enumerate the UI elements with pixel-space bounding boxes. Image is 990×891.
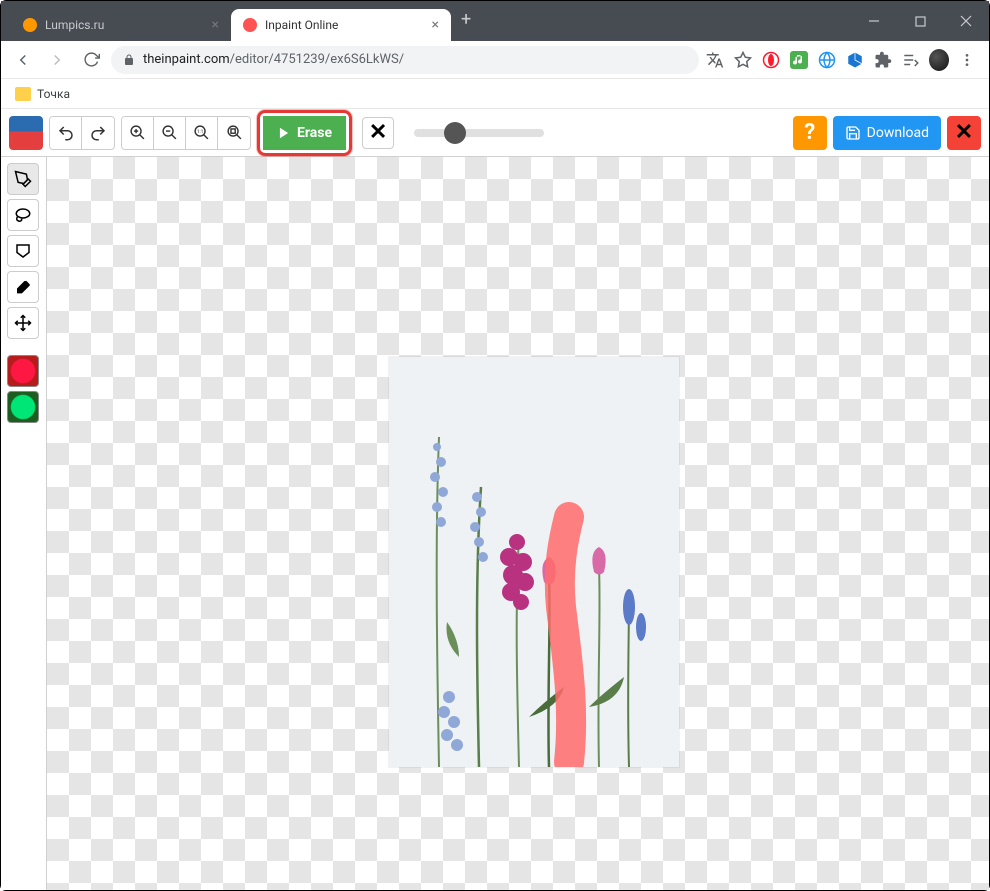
nav-back-button[interactable] [9,46,37,74]
cancel-mask-button[interactable]: ✕ [362,117,394,149]
redo-button[interactable] [82,117,114,149]
zoom-out-button[interactable] [154,117,186,149]
favicon-1 [23,18,37,32]
close-editor-button[interactable]: ✕ [947,116,981,150]
extension-cube-icon[interactable] [845,50,865,70]
profile-avatar[interactable] [929,50,949,70]
browser-tab-1[interactable]: Lumpics.ru × [11,9,231,41]
folder-icon [15,87,31,101]
green-marker-button[interactable] [7,391,39,423]
erase-button[interactable]: Erase [263,116,346,150]
menu-kebab-icon[interactable] [957,50,977,70]
move-tool-button[interactable] [7,307,39,339]
lasso-tool-button[interactable] [7,199,39,231]
reading-list-icon[interactable] [901,50,921,70]
tab-title-2: Inpaint Online [265,18,424,32]
erase-label: Erase [297,125,332,141]
zoom-original-button[interactable] [218,117,250,149]
save-icon [845,125,861,141]
eraser-tool-button[interactable] [7,271,39,303]
window-close-button[interactable] [943,1,989,41]
lock-icon [123,54,135,66]
play-icon [277,126,291,140]
close-tab-icon[interactable]: × [212,17,219,33]
bookmarks-bar: Точка [1,79,989,109]
app-logo-icon [9,116,43,150]
browser-address-bar: theinpaint.com/editor/4751239/ex6S6LkWS/ [1,41,989,79]
marker-tool-button[interactable] [7,163,39,195]
brush-size-slider[interactable] [414,129,544,137]
tab-title-1: Lumpics.ru [45,18,204,32]
new-tab-button[interactable]: + [451,1,481,41]
browser-tab-2[interactable]: Inpaint Online × [231,9,451,41]
window-minimize-button[interactable] [851,1,897,41]
nav-forward-button[interactable] [43,46,71,74]
mask-stroke [560,517,571,762]
extension-globe-icon[interactable] [817,50,837,70]
slider-thumb[interactable] [444,122,466,144]
close-tab-icon[interactable]: × [432,17,439,33]
highlight-annotation: Erase [257,110,352,156]
download-label: Download [867,125,929,141]
window-maximize-button[interactable] [897,1,943,41]
zoom-fit-button[interactable]: 1:1 [186,117,218,149]
extension-opera-icon[interactable] [761,50,781,70]
workspace [1,157,989,890]
svg-text:1:1: 1:1 [197,129,204,135]
app-toolbar: 1:1 Erase ✕ ? Download ✕ [1,109,989,157]
red-marker-button[interactable] [7,355,39,387]
download-button[interactable]: Download [833,116,941,150]
translate-icon[interactable] [705,50,725,70]
canvas-area[interactable] [47,157,989,890]
star-icon[interactable] [733,50,753,70]
url-field[interactable]: theinpaint.com/editor/4751239/ex6S6LkWS/ [111,46,699,74]
window-titlebar: Lumpics.ru × Inpaint Online × + [1,1,989,41]
bookmark-item[interactable]: Точка [37,87,70,101]
help-button[interactable]: ? [793,116,827,150]
extension-music-icon[interactable] [789,50,809,70]
url-domain: theinpaint.com [143,52,230,67]
nav-reload-button[interactable] [77,46,105,74]
tool-sidebar [1,157,47,890]
undo-button[interactable] [50,117,82,149]
extensions-puzzle-icon[interactable] [873,50,893,70]
zoom-in-button[interactable] [122,117,154,149]
favicon-2 [243,18,257,32]
edited-image[interactable] [389,357,679,767]
url-path: /editor/4751239/ex6S6LkWS/ [230,52,404,67]
polygon-tool-button[interactable] [7,235,39,267]
